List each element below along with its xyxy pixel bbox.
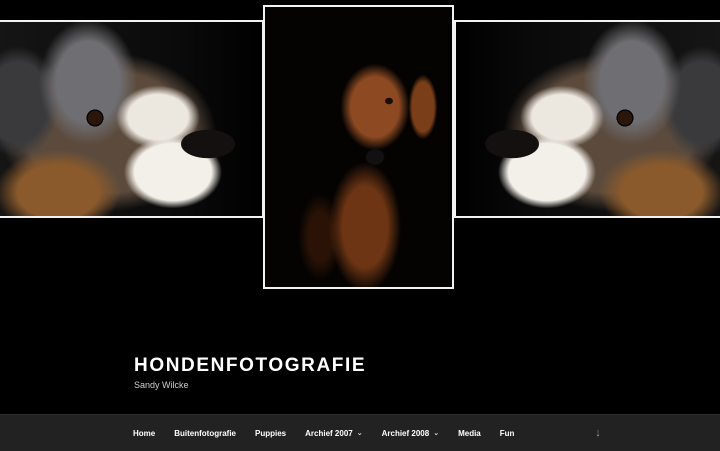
ridgeback-dog-image (265, 7, 452, 287)
custom-header: HONDENFOTOGRAFIE Sandy Wilcke (0, 0, 720, 414)
header-photo-aussie-left (0, 20, 264, 218)
nav-item-label: Buitenfotografie (174, 428, 237, 438)
aussie-dog-image-mirrored (456, 22, 720, 216)
main-navigation: Home Buitenfotografie Puppies Archief 20… (0, 414, 720, 451)
site-description: Sandy Wilcke (134, 380, 189, 390)
nav-menu: Home Buitenfotografie Puppies Archief 20… (133, 415, 533, 451)
nav-item-fun[interactable]: Fun (500, 429, 515, 438)
nav-item-archief-2008[interactable]: Archief 2008 ⌄ (382, 429, 439, 438)
header-photo-ridgeback (263, 5, 454, 289)
arrow-down-icon[interactable]: ↓ (592, 427, 604, 441)
aussie-dog-image (0, 22, 262, 216)
nav-item-buitenfotografie[interactable]: Buitenfotografie (174, 429, 236, 438)
chevron-down-icon: ⌄ (433, 430, 440, 437)
site-branding: HONDENFOTOGRAFIE Sandy Wilcke (134, 355, 366, 390)
nav-item-puppies[interactable]: Puppies (255, 429, 286, 438)
nav-item-home[interactable]: Home (133, 429, 155, 438)
nav-item-archief-2007[interactable]: Archief 2007 ⌄ (305, 429, 362, 438)
nav-item-label: Archief 2007 (305, 428, 353, 438)
chevron-down-icon: ⌄ (356, 430, 363, 437)
nav-item-label: Puppies (255, 428, 287, 438)
header-photo-aussie-right (454, 20, 720, 218)
site-title[interactable]: HONDENFOTOGRAFIE (134, 355, 366, 377)
nav-item-label: Archief 2008 (381, 428, 430, 438)
nav-item-label: Media (458, 428, 481, 438)
nav-item-label: Home (133, 428, 156, 438)
nav-item-label: Fun (499, 428, 515, 438)
nav-item-media[interactable]: Media (458, 429, 481, 438)
